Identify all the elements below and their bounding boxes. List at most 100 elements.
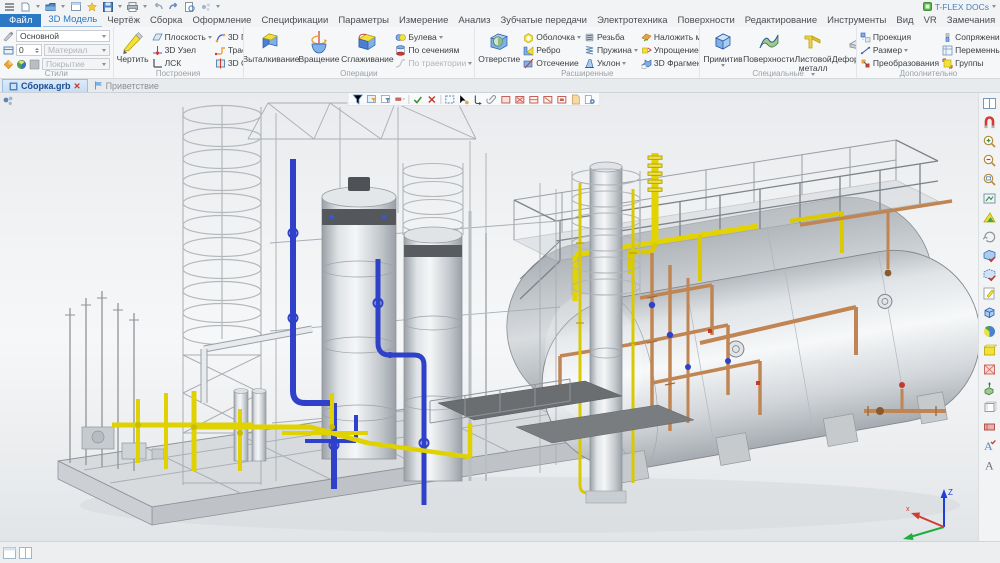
close-tab-icon[interactable]: ✕ [73,81,80,92]
page-split-icon[interactable] [19,547,32,559]
scene-settings-icon[interactable] [584,94,595,105]
menu-tab-tools[interactable]: Инструменты [822,14,891,27]
new-document-caret[interactable] [36,5,40,8]
wireframe-box-icon[interactable] [982,400,997,415]
color-diamond-icon[interactable] [3,59,14,70]
deformation-button[interactable]: Деформация [835,29,857,64]
menu-tab-view[interactable]: Вид [891,14,918,27]
menu-tab-file[interactable]: Файл [0,14,41,27]
welcome-window-icon[interactable] [70,2,81,12]
selection-color-icon[interactable] [394,94,405,105]
shell-button[interactable]: Оболочка [523,31,581,43]
annotation-tool-icon[interactable] [982,419,997,434]
coating-swatch-icon[interactable] [29,59,40,70]
menu-tab-electrical[interactable]: Электротехника [592,14,673,27]
text-tool-icon[interactable]: A [982,457,997,472]
menu-tab-remarks[interactable]: Замечания [942,14,1000,27]
transforms-button[interactable]: Преобразования [860,57,939,69]
loft-button[interactable]: По сечениям [395,44,472,56]
menu-tab-gears[interactable]: Зубчатые передачи [495,14,592,27]
section-box-icon[interactable] [500,94,511,105]
menu-tab-measure[interactable]: Измерение [394,14,453,27]
text-check-icon[interactable]: A [982,438,997,453]
revolve-button[interactable]: Вращение [299,29,340,64]
clip-icon[interactable] [486,94,497,105]
open-folder-icon[interactable] [45,2,56,12]
hole-button[interactable]: Отверстие [478,29,520,64]
blend-button[interactable]: Сглаживание [342,29,392,64]
extrude-button[interactable]: Выталкивание [247,29,296,64]
app-menu-icon[interactable] [4,2,15,12]
macros-icon[interactable] [200,2,211,12]
cancel-x-icon[interactable] [426,94,437,105]
draw-button[interactable]: Чертить [117,29,149,64]
magnet-snap-icon[interactable] [982,115,997,130]
favorites-star-icon[interactable] [86,2,97,12]
draft-button[interactable]: Уклон [584,57,638,69]
print-icon[interactable] [127,2,138,12]
previous-view-icon[interactable] [982,210,997,225]
menu-tab-boms[interactable]: Спецификации [256,14,333,27]
page-layout-icon[interactable] [3,547,16,559]
section-view-icon[interactable] [982,362,997,377]
hide-element-icon[interactable] [982,248,997,263]
snap-cursor-icon[interactable] [458,94,469,105]
open-caret[interactable] [61,5,65,8]
trim-button[interactable]: Отсечение [523,57,581,69]
fragment-tool-icon[interactable] [2,95,14,107]
menu-tab-3d-model[interactable]: 3D Модель [43,13,102,27]
material-combo[interactable]: Материал [44,44,110,56]
solid-cube-icon[interactable] [982,305,997,320]
filter-edges-icon[interactable] [380,94,391,105]
material-box-icon[interactable] [982,343,997,358]
menu-tab-vr[interactable]: VR [919,14,942,27]
filter-faces-icon[interactable] [366,94,377,105]
fragment3d-button[interactable]: 3D Фрагмент [641,57,700,69]
box-select-icon[interactable] [444,94,455,105]
save-icon[interactable] [102,2,113,12]
clip-plane-off-icon[interactable] [542,94,553,105]
undo-icon[interactable] [152,2,163,12]
plane-button[interactable]: Плоскость [152,31,212,43]
projection-button[interactable]: Проекция [860,31,939,43]
sketch-mode-icon[interactable] [982,286,997,301]
material-sphere-icon[interactable] [16,59,27,70]
mates-button[interactable]: Сопряжения [942,31,1000,43]
notes-page-icon[interactable] [570,94,581,105]
viewport-3d[interactable]: Z x [0,93,978,541]
menu-tab-parameters[interactable]: Параметры [333,14,394,27]
simplify-button[interactable]: Упрощение [641,44,700,56]
node3d-button[interactable]: 3D Узел [152,44,212,56]
zoom-in-icon[interactable] [982,134,997,149]
layer-spinbox[interactable]: 0 [16,44,42,56]
apply-check-icon[interactable] [412,94,423,105]
redo-icon[interactable] [168,2,179,12]
menu-tab-surfaces[interactable]: Поверхности [673,14,740,27]
sweep-button[interactable]: По траектории [395,57,472,69]
section-box-off-icon[interactable] [514,94,525,105]
groups-button[interactable]: Группы [942,57,1000,69]
profile3d-button[interactable]: 3D Профиль [215,31,244,43]
new-document-icon[interactable] [20,2,31,12]
save-caret[interactable] [118,5,122,8]
show-element-icon[interactable] [982,267,997,282]
rotate-view-icon[interactable] [982,229,997,244]
menu-tab-drawing[interactable]: Чертёж [102,14,145,27]
primitive-button[interactable]: Примитив [703,29,742,67]
measure-snap-icon[interactable] [472,94,483,105]
preview-icon[interactable] [184,2,195,12]
lcs-button[interactable]: ЛСК [152,57,212,69]
spring-button[interactable]: Пружина [584,44,638,56]
qat-overflow-caret[interactable] [216,5,220,8]
menu-tab-annotation[interactable]: Оформление [187,14,256,27]
explode-view-icon[interactable] [982,381,997,396]
tflex-docs-caret[interactable] [992,5,996,8]
apply-material-button[interactable]: Наложить материал [641,31,700,43]
zoom-out-icon[interactable] [982,153,997,168]
window-panes-icon[interactable] [982,96,997,111]
section3d-button[interactable]: 3D Сечение [215,57,244,69]
style-combo[interactable]: Основной [16,30,110,42]
vertical-vessel-b[interactable] [403,163,463,481]
surfaces-button[interactable]: Поверхности [746,29,792,64]
menu-tab-assembly[interactable]: Сборка [145,14,188,27]
